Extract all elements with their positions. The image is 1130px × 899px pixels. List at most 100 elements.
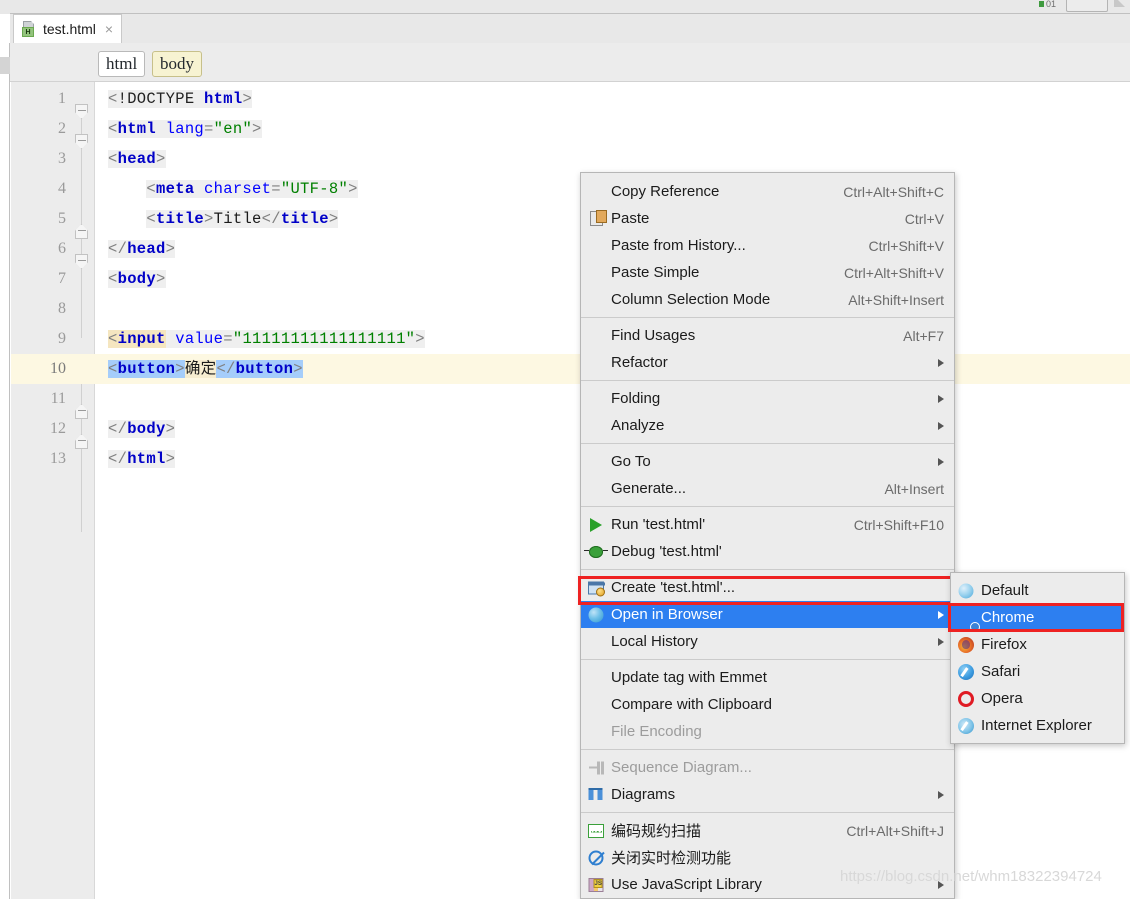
menu-item-label: Run 'test.html' xyxy=(611,516,706,533)
editor-line[interactable]: 9 <input value="11111111111111111"> xyxy=(11,324,1130,354)
editor-line-current[interactable]: 10 <button>确定</button> xyxy=(11,354,1130,384)
status-dot-icon xyxy=(1039,1,1044,7)
submenu-item-safari[interactable]: Safari xyxy=(951,658,1124,685)
line-code: <meta charset="UTF-8"> xyxy=(146,180,358,198)
menu-item-folding[interactable]: Folding xyxy=(581,385,954,412)
menu-item-label: Open in Browser xyxy=(611,606,723,623)
safari-icon xyxy=(951,658,981,685)
line-number: 3 xyxy=(58,150,66,167)
menu-item-compare-with-clipboard[interactable]: Compare with Clipboard xyxy=(581,691,954,718)
menu-item-copy-reference[interactable]: Copy Reference Ctrl+Alt+Shift+C xyxy=(581,178,954,205)
menu-item-debug[interactable]: Debug 'test.html' xyxy=(581,538,954,565)
code-editor[interactable]: 1 <!DOCTYPE html> 2 <html lang="en"> 3 <… xyxy=(11,82,1130,899)
breadcrumb-item-html[interactable]: html xyxy=(98,51,146,77)
menu-item-icon-placeholder xyxy=(581,385,611,412)
menu-item-find-usages[interactable]: Find Usages Alt+F7 xyxy=(581,322,954,349)
line-code: <!DOCTYPE html> xyxy=(108,90,253,108)
menu-item-label: Paste xyxy=(611,210,650,227)
menu-item-sequence-diagram: Sequence Diagram... xyxy=(581,754,954,781)
editor-line[interactable]: 11 xyxy=(11,384,1130,414)
globe-icon xyxy=(581,601,611,628)
menu-item-icon-placeholder xyxy=(581,448,611,475)
editor-line[interactable]: 8 xyxy=(11,294,1130,324)
line-code: <input value="11111111111111111"> xyxy=(108,330,425,348)
line-code: <html lang="en"> xyxy=(108,120,262,138)
editor-tab-bar: H test.html × xyxy=(0,14,1130,43)
menu-item-local-history[interactable]: Local History xyxy=(581,628,954,655)
submenu-item-default[interactable]: Default xyxy=(951,577,1124,604)
context-menu[interactable]: Copy Reference Ctrl+Alt+Shift+C Paste Ct… xyxy=(580,172,955,899)
tool-window-stripe-marker[interactable] xyxy=(0,57,10,74)
menu-item-icon-placeholder xyxy=(581,178,611,205)
html-file-icon: H xyxy=(22,21,37,37)
line-number: 8 xyxy=(58,300,66,317)
menu-item-shortcut: Ctrl+Alt+Shift+V xyxy=(844,264,944,281)
menu-item-analyze[interactable]: Analyze xyxy=(581,412,954,439)
menu-item-label: File Encoding xyxy=(611,723,702,740)
menu-separator xyxy=(581,506,954,507)
menu-item-label: 编码规约扫描 xyxy=(611,823,702,840)
submenu-item-firefox[interactable]: Firefox xyxy=(951,631,1124,658)
editor-line[interactable]: 13 </html> xyxy=(11,444,1130,474)
line-number: 6 xyxy=(58,240,66,257)
line-code: <title>Title</title> xyxy=(146,210,339,228)
toolbar-counter: 01 xyxy=(1046,0,1057,9)
close-icon[interactable]: × xyxy=(105,21,113,37)
menu-item-create-config[interactable]: Create 'test.html'... xyxy=(581,574,954,601)
menu-item-label: Compare with Clipboard xyxy=(611,696,772,713)
breadcrumb-item-label: html xyxy=(106,54,138,73)
menu-item-label: Create 'test.html'... xyxy=(611,579,736,596)
editor-line[interactable]: 3 <head> xyxy=(11,144,1130,174)
menu-item-shortcut: Ctrl+Alt+Shift+C xyxy=(843,183,944,200)
line-number: 13 xyxy=(50,450,66,467)
menu-separator xyxy=(581,812,954,813)
editor-line[interactable]: 6 </head> xyxy=(11,234,1130,264)
menu-item-icon-placeholder xyxy=(581,691,611,718)
menu-item-shortcut: Alt+Shift+Insert xyxy=(848,291,944,308)
chrome-icon xyxy=(951,604,981,631)
editor-line[interactable]: 5 <title>Title</title> xyxy=(11,204,1130,234)
menu-item-label: Folding xyxy=(611,390,661,407)
submenu-item-label: Opera xyxy=(981,690,1023,707)
menu-item-run[interactable]: Run 'test.html' Ctrl+Shift+F10 xyxy=(581,511,954,538)
menu-item-column-selection-mode[interactable]: Column Selection Mode Alt+Shift+Insert xyxy=(581,286,954,313)
diagrams-icon xyxy=(581,781,611,808)
submenu-item-opera[interactable]: Opera xyxy=(951,685,1124,712)
editor-line[interactable]: 2 <html lang="en"> xyxy=(11,114,1130,144)
menu-item-disable-realtime-detection[interactable]: 关闭实时检测功能 xyxy=(581,844,954,871)
menu-item-diagrams[interactable]: Diagrams xyxy=(581,781,954,808)
menu-item-update-tag-with-emmet[interactable]: Update tag with Emmet xyxy=(581,664,954,691)
editor-line[interactable]: 7 <body> xyxy=(11,264,1130,294)
breadcrumb-item-body[interactable]: body xyxy=(152,51,202,77)
menu-item-paste-from-history[interactable]: Paste from History... Ctrl+Shift+V xyxy=(581,232,954,259)
editor-line[interactable]: 4 <meta charset="UTF-8"> xyxy=(11,174,1130,204)
line-number: 11 xyxy=(50,390,66,407)
browser-submenu[interactable]: Default Chrome Firefox Safari Opera Inte… xyxy=(950,572,1125,744)
tab-test-html[interactable]: H test.html × xyxy=(13,14,123,43)
ie-icon xyxy=(951,712,981,739)
menu-item-go-to[interactable]: Go To xyxy=(581,448,954,475)
editor-line[interactable]: 12 </body> xyxy=(11,414,1130,444)
chevron-right-icon xyxy=(938,394,944,403)
menu-item-icon-placeholder xyxy=(581,322,611,349)
submenu-item-chrome[interactable]: Chrome xyxy=(951,604,1124,631)
menu-item-paste[interactable]: Paste Ctrl+V xyxy=(581,205,954,232)
menu-item-icon-placeholder xyxy=(581,232,611,259)
toolbar-button[interactable] xyxy=(1066,0,1108,12)
menu-item-paste-simple[interactable]: Paste Simple Ctrl+Alt+Shift+V xyxy=(581,259,954,286)
editor-line[interactable]: 1 <!DOCTYPE html> xyxy=(11,84,1130,114)
menu-item-icon-placeholder xyxy=(581,259,611,286)
menu-item-generate[interactable]: Generate... Alt+Insert xyxy=(581,475,954,502)
ide-window: 01 H test.html × html body 1 <!DOCTYPE h… xyxy=(0,0,1130,899)
toolbar-strip: 01 xyxy=(0,0,1130,14)
menu-item-open-in-browser[interactable]: Open in Browser xyxy=(581,601,954,628)
menu-item-refactor[interactable]: Refactor xyxy=(581,349,954,376)
line-number: 1 xyxy=(58,90,66,107)
submenu-item-internet-explorer[interactable]: Internet Explorer xyxy=(951,712,1124,739)
menu-item-code-scan[interactable]: 编码规约扫描 Ctrl+Alt+Shift+J xyxy=(581,817,954,844)
menu-item-label: Go To xyxy=(611,453,651,470)
menu-item-label: Refactor xyxy=(611,354,668,371)
menu-item-label: Update tag with Emmet xyxy=(611,669,767,686)
submenu-item-label: Chrome xyxy=(981,609,1035,626)
tool-window-stripe[interactable] xyxy=(0,43,10,899)
